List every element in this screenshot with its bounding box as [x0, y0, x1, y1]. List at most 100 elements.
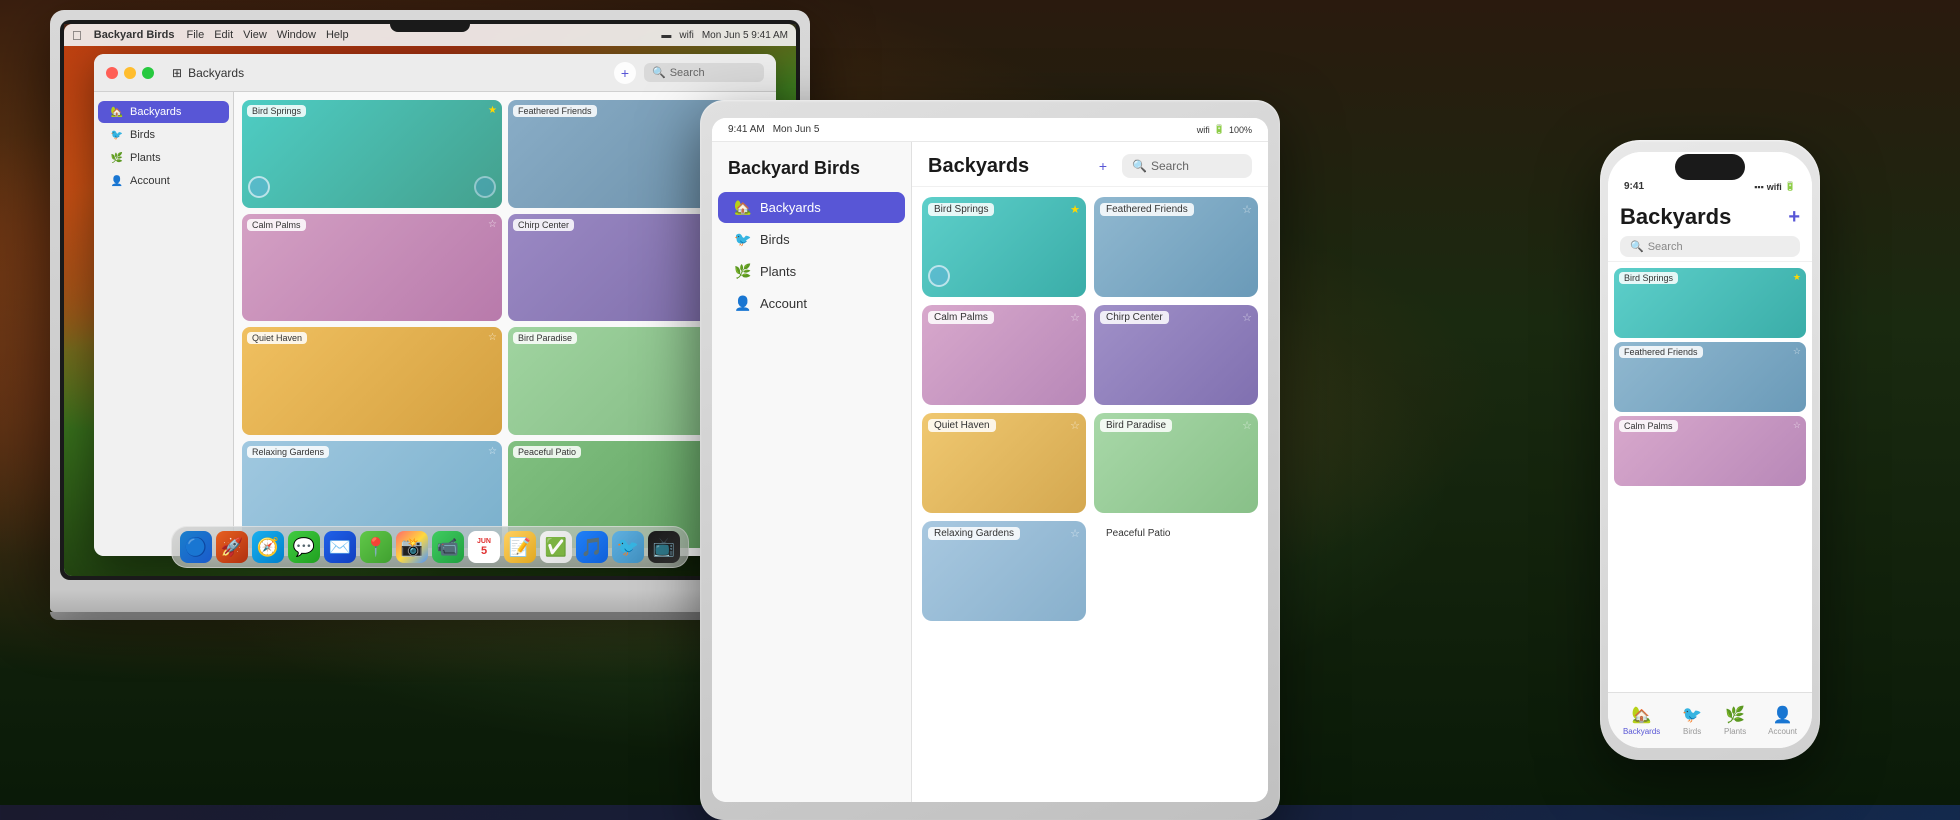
iphone-item-star[interactable]: ☆	[1793, 420, 1801, 431]
dock-mail[interactable]: ✉️	[324, 531, 356, 563]
ipad-nav-backyards[interactable]: 🏡 Backyards	[718, 192, 905, 223]
dock-messages[interactable]: 💬	[288, 531, 320, 563]
ipad-status-bar: 9:41 AM Mon Jun 5 wifi 🔋 100%	[712, 118, 1268, 142]
mac-add-button[interactable]: +	[614, 62, 636, 84]
dock-finder[interactable]: 🔵	[180, 531, 212, 563]
menu-view[interactable]: View	[243, 29, 267, 41]
ipad-card-star[interactable]: ☆	[1070, 419, 1080, 432]
ipad-card-star[interactable]: ☆	[1070, 527, 1080, 540]
mac-app-name[interactable]: Backyard Birds	[94, 29, 175, 41]
birds-nav-icon: 🐦	[110, 128, 124, 142]
card-label: Bird Springs	[247, 105, 306, 117]
menu-edit[interactable]: Edit	[214, 29, 233, 41]
iphone-tab-bar: 🏡 Backyards 🐦 Birds 🌿 Plants 👤 Account	[1608, 692, 1812, 748]
iphone-item-star[interactable]: ☆	[1793, 346, 1801, 357]
ipad-time: 9:41 AM	[728, 124, 765, 135]
ipad-plants-icon: 🌿	[734, 263, 752, 280]
ipad-screen: 9:41 AM Mon Jun 5 wifi 🔋 100% Backyard B…	[712, 118, 1268, 802]
dock-maps[interactable]: 📍	[360, 531, 392, 563]
mac-card-bird-springs[interactable]: Bird Springs ★	[242, 100, 502, 208]
ipad-card-star[interactable]: ★	[1070, 203, 1080, 216]
iphone-tab-backyards-label: Backyards	[1623, 727, 1660, 736]
iphone-page-title: Backyards +	[1620, 204, 1800, 230]
close-button[interactable]	[106, 67, 118, 79]
dock-reminders[interactable]: ✅	[540, 531, 572, 563]
ipad-nav-account-label: Account	[760, 296, 807, 311]
ipad-card-relaxing-gardens[interactable]: Relaxing Gardens ☆	[922, 521, 1086, 621]
iphone-tab-account[interactable]: 👤 Account	[1762, 701, 1803, 740]
ipad-nav-plants[interactable]: 🌿 Plants	[718, 256, 905, 287]
iphone-search-icon: 🔍	[1630, 240, 1644, 253]
devices-container:  Backyard Birds File Edit View Window H…	[0, 0, 1960, 805]
ipad-card-bird-paradise[interactable]: Bird Paradise ☆	[1094, 413, 1258, 513]
ipad-card-quiet-haven[interactable]: Quiet Haven ☆	[922, 413, 1086, 513]
ipad-card-star[interactable]: ☆	[1242, 527, 1252, 540]
maximize-button[interactable]	[142, 67, 154, 79]
iphone-tab-plants[interactable]: 🌿 Plants	[1718, 701, 1752, 740]
card-star[interactable]: ★	[488, 105, 497, 116]
iphone-card-calm-palms[interactable]: Calm Palms ☆	[1614, 416, 1806, 486]
ipad-search-box[interactable]: 🔍 Search	[1122, 154, 1252, 178]
dock-appletv[interactable]: 📺	[648, 531, 680, 563]
mac-base	[50, 590, 810, 612]
backyards-icon: ⊞	[172, 66, 182, 80]
ipad-nav-birds-label: Birds	[760, 232, 790, 247]
ipad-card-chirp-center[interactable]: Chirp Center ☆	[1094, 305, 1258, 405]
dock-hummingbird[interactable]: 🐦	[612, 531, 644, 563]
ipad-nav-birds[interactable]: 🐦 Birds	[718, 224, 905, 255]
mac-notch	[390, 20, 470, 32]
mac-window-content: 🏡 Backyards 🐦 Birds 🌿 Plants	[94, 92, 776, 556]
menu-window[interactable]: Window	[277, 29, 316, 41]
ipad-date: Mon Jun 5	[773, 124, 820, 135]
ipad-status-right: wifi 🔋 100%	[1197, 124, 1252, 135]
ipad-card-feathered-friends[interactable]: Feathered Friends ☆	[1094, 197, 1258, 297]
iphone-card-bird-springs[interactable]: Bird Springs ★	[1614, 268, 1806, 338]
ipad-add-button[interactable]: +	[1092, 155, 1114, 177]
dock-photos[interactable]: 📸	[396, 531, 428, 563]
ipad-card-star[interactable]: ☆	[1242, 203, 1252, 216]
iphone-card-feathered-friends[interactable]: Feathered Friends ☆	[1614, 342, 1806, 412]
card-star[interactable]: ☆	[488, 219, 497, 230]
dock-calendar[interactable]: JUN5	[468, 531, 500, 563]
minimize-button[interactable]	[124, 67, 136, 79]
ipad-card-peaceful-patio[interactable]: Peaceful Patio ☆	[1094, 521, 1258, 621]
ipad-card-bird-springs[interactable]: Bird Springs ★	[922, 197, 1086, 297]
dock-notes[interactable]: 📝	[504, 531, 536, 563]
mac-sidebar-plants[interactable]: 🌿 Plants	[98, 147, 229, 169]
mac-search-icon: 🔍	[652, 66, 666, 79]
iphone-add-button[interactable]: +	[1788, 206, 1800, 229]
ipad-content: Backyard Birds 🏡 Backyards 🐦 Birds 🌿 Pla…	[712, 142, 1268, 802]
menu-file[interactable]: File	[186, 29, 204, 41]
ipad-card-star[interactable]: ☆	[1242, 419, 1252, 432]
iphone-search-box[interactable]: 🔍 Search	[1620, 236, 1800, 257]
card-star[interactable]: ☆	[488, 332, 497, 343]
ipad-card-star[interactable]: ☆	[1070, 311, 1080, 324]
mac-nav-account: Account	[130, 175, 170, 187]
mac-search-box[interactable]: 🔍 Search	[644, 63, 764, 82]
menu-help[interactable]: Help	[326, 29, 349, 41]
mac-sidebar-birds[interactable]: 🐦 Birds	[98, 124, 229, 146]
ipad-nav-account[interactable]: 👤 Account	[718, 288, 905, 319]
ipad-card-calm-palms[interactable]: Calm Palms ☆	[922, 305, 1086, 405]
ipad-main-actions: + 🔍 Search	[1092, 154, 1252, 178]
mac-card-calm-palms[interactable]: Calm Palms ☆	[242, 214, 502, 322]
mac-sidebar-account[interactable]: 👤 Account	[98, 170, 229, 192]
dock-facetime[interactable]: 📹	[432, 531, 464, 563]
dock-launchpad[interactable]: 🚀	[216, 531, 248, 563]
mac-sidebar-backyards[interactable]: 🏡 Backyards	[98, 101, 229, 123]
iphone: 9:41 ▪▪▪ wifi 🔋 Backyards + 🔍	[1600, 140, 1820, 760]
iphone-item-star[interactable]: ★	[1793, 272, 1801, 283]
dock-app-store[interactable]: 🎵	[576, 531, 608, 563]
apple-menu-icon[interactable]: 	[72, 28, 82, 43]
ipad-card-star[interactable]: ☆	[1242, 311, 1252, 324]
mac-card-quiet-haven[interactable]: Quiet Haven ☆	[242, 327, 502, 435]
iphone-tab-backyards[interactable]: 🏡 Backyards	[1617, 701, 1666, 740]
ipad-backyards-icon: 🏡	[734, 199, 752, 216]
card-label: Calm Palms	[247, 219, 306, 231]
card-star[interactable]: ☆	[488, 446, 497, 457]
mac-body:  Backyard Birds File Edit View Window H…	[50, 10, 810, 590]
iphone-tab-birds[interactable]: 🐦 Birds	[1676, 701, 1708, 740]
ipad-card-label: Relaxing Gardens	[928, 527, 1020, 540]
mac-nav-birds: Birds	[130, 129, 155, 141]
dock-safari[interactable]: 🧭	[252, 531, 284, 563]
